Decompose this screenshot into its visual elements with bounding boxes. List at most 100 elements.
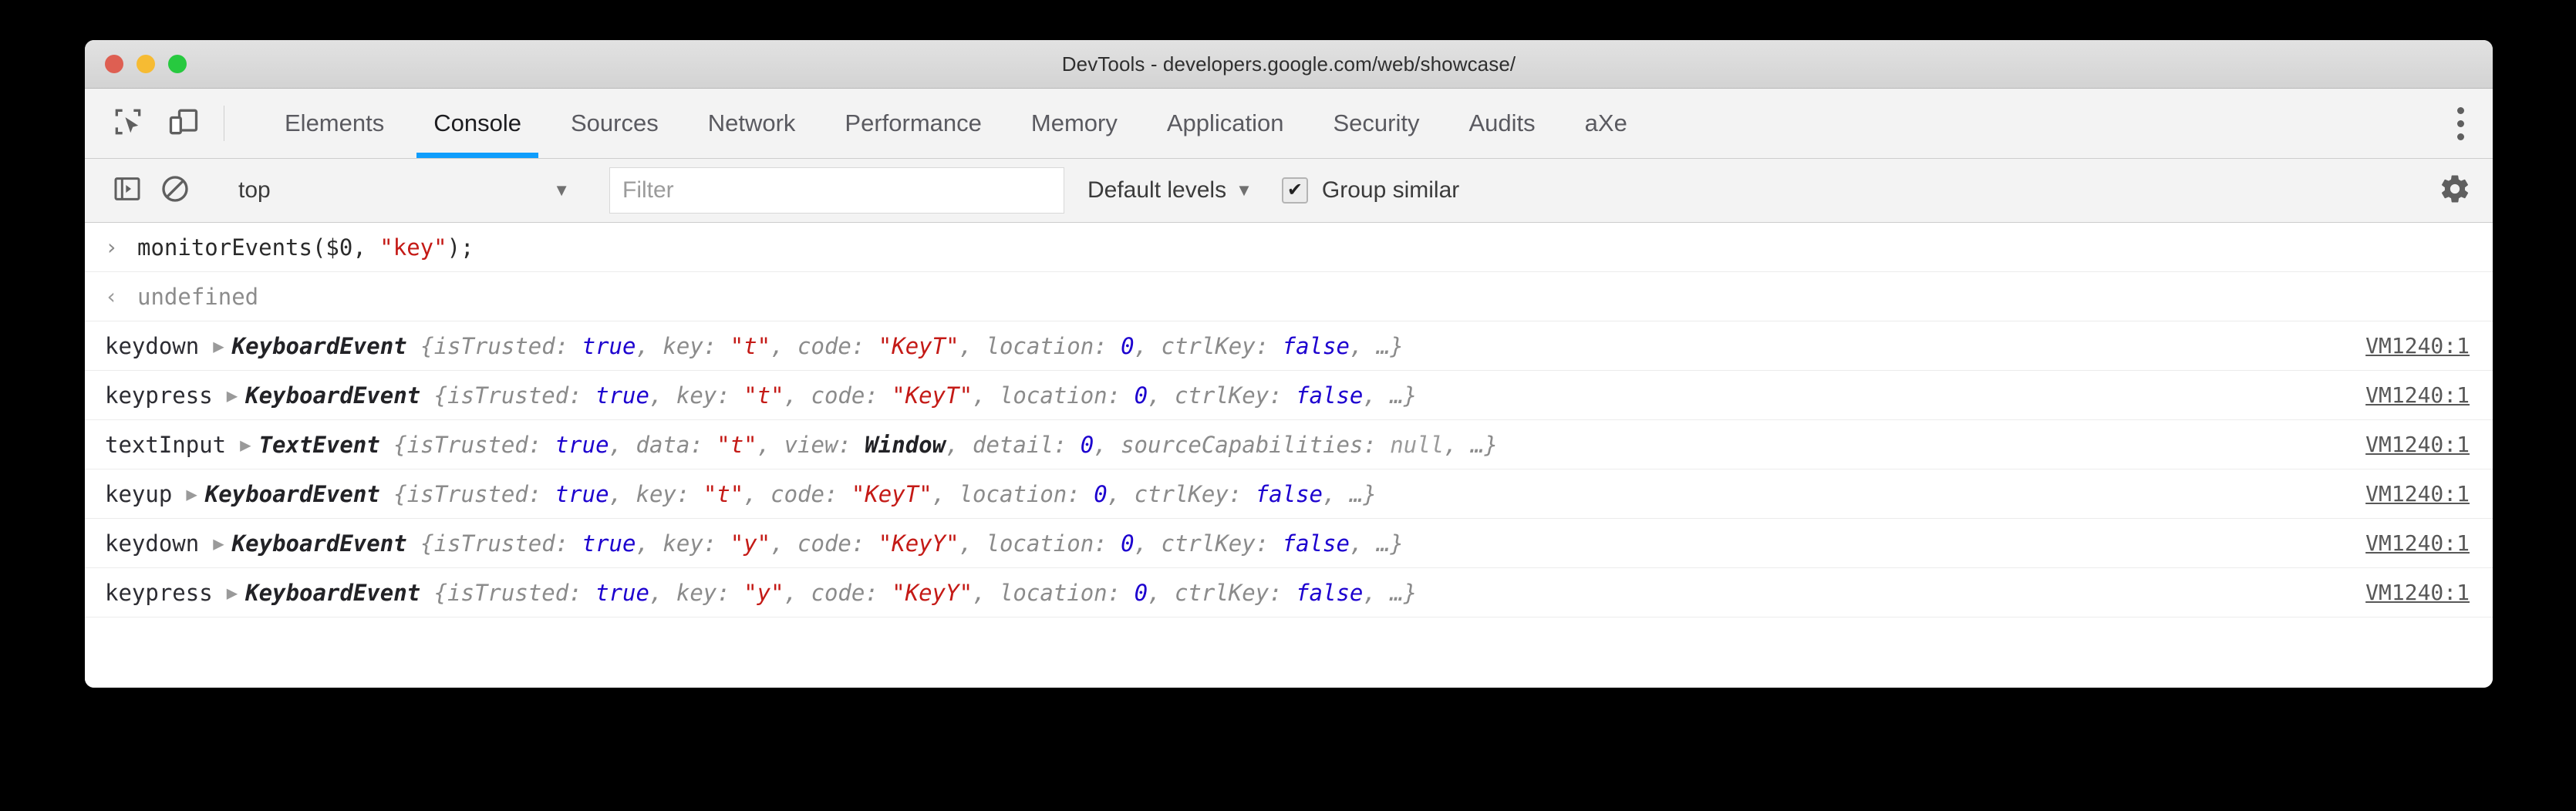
property-key: ctrlKey: — [1175, 580, 1296, 606]
inspect-element-button[interactable] — [100, 89, 156, 158]
object-open-brace: { — [380, 481, 407, 507]
execution-context-select[interactable]: top ▼ — [224, 167, 584, 214]
group-similar-toggle[interactable]: ✔ Group similar — [1282, 177, 1459, 204]
disclosure-triangle-icon[interactable]: ▶ — [240, 434, 251, 456]
property-separator: , — [649, 580, 676, 606]
property-separator: , — [973, 382, 1000, 409]
disclosure-triangle-icon[interactable]: ▶ — [186, 483, 197, 505]
property-separator: , — [946, 432, 973, 458]
source-location-link[interactable]: VM1240:1 — [2365, 481, 2470, 506]
disclosure-triangle-icon[interactable]: ▶ — [213, 335, 224, 357]
device-toolbar-button[interactable] — [156, 89, 211, 158]
property-value: false — [1296, 580, 1363, 606]
property-key: data: — [636, 432, 716, 458]
console-event-rows: keydown▶KeyboardEvent {isTrusted: true, … — [85, 321, 2493, 618]
tab-application[interactable]: Application — [1142, 89, 1309, 158]
maximize-window-button[interactable] — [168, 55, 187, 73]
property-key: location: — [959, 481, 1094, 507]
event-object-preview: KeyboardEvent {isTrusted: true, key: "t"… — [205, 481, 1377, 507]
event-constructor-name: KeyboardEvent — [205, 481, 380, 507]
property-key: code: — [811, 382, 892, 409]
property-value: false — [1283, 333, 1350, 359]
property-value: false — [1283, 530, 1350, 557]
property-separator: , — [959, 530, 986, 557]
filter-placeholder: Filter — [622, 177, 674, 204]
property-key: ctrlKey: — [1135, 481, 1256, 507]
property-value: true — [595, 382, 649, 409]
event-type-label: keyup — [105, 481, 172, 507]
event-type-label: keypress — [105, 382, 213, 409]
chevron-down-icon: ▼ — [553, 180, 570, 200]
tab-elements[interactable]: Elements — [260, 89, 409, 158]
tab-network[interactable]: Network — [683, 89, 821, 158]
property-value: "t" — [716, 432, 757, 458]
event-type-label: keydown — [105, 530, 199, 557]
event-type-label: keydown — [105, 333, 199, 359]
object-close-brace: , …} — [1363, 382, 1417, 409]
property-key: code: — [811, 580, 892, 606]
disclosure-triangle-icon[interactable]: ▶ — [213, 533, 224, 554]
console-input-row[interactable]: › monitorEvents($0, "key"); — [85, 223, 2493, 272]
disclosure-triangle-icon[interactable]: ▶ — [227, 582, 238, 604]
tab-console[interactable]: Console — [409, 89, 546, 158]
tab-performance[interactable]: Performance — [820, 89, 1006, 158]
filter-input[interactable]: Filter — [609, 167, 1064, 214]
property-value: "y" — [730, 530, 770, 557]
source-location-link[interactable]: VM1240:1 — [2365, 333, 2470, 358]
minimize-window-button[interactable] — [137, 55, 155, 73]
input-prompt-icon: › — [105, 234, 137, 260]
log-levels-select[interactable]: Default levels ▼ — [1087, 177, 1253, 204]
source-location-link[interactable]: VM1240:1 — [2365, 580, 2470, 605]
console-event-row[interactable]: keydown ▶ KeyboardEvent {isTrusted: true, … — [85, 321, 2493, 371]
console-event-row[interactable]: keydown▶KeyboardEvent {isTrusted: true, … — [85, 519, 2493, 568]
tab-axe[interactable]: aXe — [1560, 89, 1652, 158]
console-output[interactable]: › monitorEvents($0, "key"); ‹ undefined … — [85, 223, 2493, 688]
clear-console-button[interactable] — [151, 167, 199, 214]
tab-memory[interactable]: Memory — [1006, 89, 1142, 158]
property-key: isTrusted: — [434, 333, 582, 359]
property-key: ctrlKey: — [1161, 530, 1282, 557]
property-value: null — [1390, 432, 1444, 458]
console-event-row[interactable]: keypress▶KeyboardEvent {isTrusted: true,… — [85, 568, 2493, 618]
property-key: isTrusted: — [434, 530, 582, 557]
output-prompt-icon: ‹ — [105, 284, 137, 309]
device-toolbar-icon — [167, 105, 201, 143]
tab-label: Audits — [1468, 109, 1535, 137]
property-value: "KeyT" — [851, 481, 932, 507]
close-window-button[interactable] — [105, 55, 123, 73]
tab-label: Application — [1167, 109, 1284, 137]
source-location-link[interactable]: VM1240:1 — [2365, 432, 2470, 457]
more-options-button[interactable] — [2428, 107, 2493, 140]
settings-button[interactable] — [2439, 173, 2471, 209]
console-event-row[interactable]: keyup ▶ KeyboardEvent {isTrusted: true, ke… — [85, 469, 2493, 519]
property-value: 0 — [1135, 580, 1148, 606]
tab-sources[interactable]: Sources — [546, 89, 683, 158]
console-event-row[interactable]: keypress▶KeyboardEvent {isTrusted: true,… — [85, 371, 2493, 420]
clear-console-icon — [160, 173, 191, 208]
property-key: key: — [676, 382, 743, 409]
event-constructor-name: TextEvent — [259, 432, 380, 458]
group-similar-checkbox[interactable]: ✔ — [1282, 177, 1308, 204]
property-key: key: — [663, 333, 730, 359]
property-key: location: — [986, 530, 1121, 557]
chevron-down-icon: ▼ — [1236, 180, 1253, 200]
console-input-expression: monitorEvents($0, "key"); — [137, 234, 474, 261]
console-sidebar-toggle-button[interactable] — [103, 167, 151, 214]
event-constructor-name: KeyboardEvent — [232, 530, 407, 557]
property-key: key: — [663, 530, 730, 557]
tab-audits[interactable]: Audits — [1444, 89, 1559, 158]
tab-security[interactable]: Security — [1309, 89, 1445, 158]
disclosure-triangle-icon[interactable]: ▶ — [227, 385, 238, 406]
property-key: isTrusted: — [447, 580, 595, 606]
inspect-element-icon — [111, 105, 145, 143]
source-location-link[interactable]: VM1240:1 — [2365, 530, 2470, 556]
console-event-row[interactable]: textInput▶TextEvent {isTrusted: true, da… — [85, 420, 2493, 469]
source-location-link[interactable]: VM1240:1 — [2365, 382, 2470, 408]
property-value: "t" — [730, 333, 770, 359]
event-object-preview: KeyboardEvent {isTrusted: true, key: "t"… — [232, 333, 1404, 359]
property-key: detail: — [973, 432, 1081, 458]
property-key: key: — [676, 580, 743, 606]
property-separator: , — [959, 333, 986, 359]
property-value: 0 — [1135, 382, 1148, 409]
property-separator: , — [609, 432, 636, 458]
